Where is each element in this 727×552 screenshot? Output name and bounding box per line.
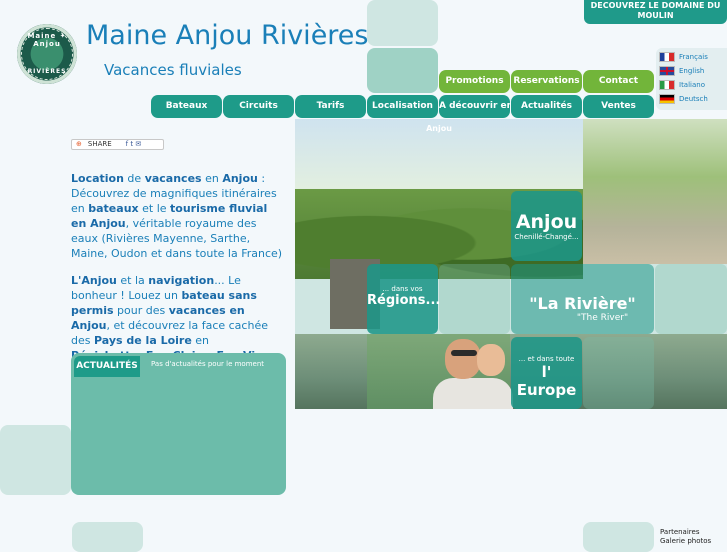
logo-text-top: Maine ✦ Anjou: [27, 32, 67, 48]
europe-link[interactable]: ... et dans toute l' Europe: [511, 337, 582, 409]
language-selector: Français English Italiano Deutsch: [656, 48, 727, 110]
anjou-title: Anjou: [515, 211, 578, 233]
nav-ventes[interactable]: Ventes: [583, 95, 654, 118]
nav-localisation[interactable]: Localisation: [367, 95, 438, 118]
nav-contact[interactable]: Contact: [583, 70, 654, 93]
site-logo[interactable]: Maine ✦ Anjou RIVIÈRES: [17, 24, 77, 84]
photo-cyclists: [583, 119, 727, 264]
share-plus-icon: ⊕: [76, 140, 82, 148]
intro-segment: Location: [71, 172, 124, 185]
lang-english[interactable]: English: [659, 65, 704, 77]
nav-bateaux[interactable]: Bateaux: [151, 95, 222, 118]
photo-mosaic: Anjou Anjou Chenillé-Changé... ... dans …: [295, 119, 727, 409]
footer-link-partenaires[interactable]: Partenaires: [660, 528, 711, 537]
mosaic-cell: [655, 264, 727, 334]
flag-uk-icon: [659, 66, 675, 76]
anjou-link[interactable]: Anjou Chenillé-Changé...: [511, 191, 582, 261]
regions-title: Régions...: [367, 293, 441, 308]
intro-segment: Pays de la Loire: [93, 334, 192, 347]
share-label: SHARE: [87, 140, 112, 148]
europe-small: ... et dans toute: [518, 355, 575, 363]
logo-text-bottom: RIVIÈRES: [27, 68, 67, 75]
intro-segment: bateaux: [88, 202, 139, 215]
nav-circuits[interactable]: Circuits: [223, 95, 294, 118]
nav-actualites[interactable]: Actualités: [511, 95, 582, 118]
flag-it-icon: [659, 80, 675, 90]
photo-family: [367, 334, 513, 409]
anjou-sub: Chenillé-Changé...: [514, 233, 579, 241]
riviere-title: "La Rivière": [529, 294, 636, 313]
photo-face: [477, 344, 505, 376]
news-title: ACTUALITÉS: [74, 356, 140, 377]
riviere-link[interactable]: "La Rivière" "The River": [511, 264, 654, 334]
site-subtitle: Vacances fluviales: [104, 61, 242, 79]
flag-fr-icon: [659, 52, 675, 62]
intro-segment: de: [123, 172, 145, 185]
intro-segment: L'Anjou: [71, 274, 117, 287]
intro-segment: navigation: [148, 274, 215, 287]
mosaic-cell: [439, 264, 510, 334]
lang-italiano[interactable]: Italiano: [659, 79, 705, 91]
decor-tile: [0, 425, 71, 495]
decor-tile: [583, 522, 654, 552]
nav-tarifs[interactable]: Tarifs: [295, 95, 366, 118]
intro-segment: en: [201, 172, 223, 185]
lang-deutsch[interactable]: Deutsch: [659, 93, 708, 105]
lang-label: Italiano: [679, 81, 705, 89]
intro-paragraph-1: Location de vacances en Anjou : Découvre…: [71, 171, 283, 261]
lang-label: English: [679, 67, 705, 75]
intro-segment: vacances: [144, 172, 202, 185]
photo-label: Anjou: [426, 124, 452, 133]
lang-francais[interactable]: Français: [659, 51, 708, 63]
site-title: Maine Anjou Rivières: [86, 20, 369, 51]
flag-de-icon: [659, 94, 675, 104]
river-title: "The River": [576, 313, 629, 323]
regions-link[interactable]: ... dans vos Régions...: [367, 264, 441, 334]
lang-label: Français: [679, 53, 708, 61]
photo-shirt: [433, 378, 513, 409]
intro-segment: et le: [138, 202, 171, 215]
intro-segment: Anjou: [222, 172, 258, 185]
mosaic-cell: [583, 337, 654, 409]
nav-a-decouvrir[interactable]: A découvrir en: [439, 95, 510, 118]
news-box: ACTUALITÉS Pas d'actualités pour le mome…: [71, 353, 286, 495]
discover-domain-link[interactable]: DECOUVREZ LE DOMAINE DU MOULIN: [584, 0, 727, 24]
news-empty-message: Pas d'actualités pour le moment: [151, 360, 265, 368]
photo-glasses: [451, 350, 477, 356]
footer-links: Partenaires Galerie photos: [660, 528, 711, 546]
intro-segment: en: [191, 334, 210, 347]
decor-tile: [72, 522, 143, 552]
nav-reservations[interactable]: Reservations: [511, 70, 582, 93]
lang-label: Deutsch: [679, 95, 708, 103]
decor-tile: [367, 48, 438, 93]
decor-tile: [367, 0, 438, 46]
intro-segment: et la: [116, 274, 149, 287]
regions-small: ... dans vos: [382, 285, 423, 293]
social-icons: f t ✉: [125, 140, 142, 148]
intro-segment: pour des: [113, 304, 169, 317]
europe-title: l' Europe: [516, 363, 577, 399]
share-button[interactable]: ⊕ SHARE f t ✉: [71, 139, 164, 150]
photo-face: [445, 339, 481, 379]
nav-promotions[interactable]: Promotions: [439, 70, 510, 93]
